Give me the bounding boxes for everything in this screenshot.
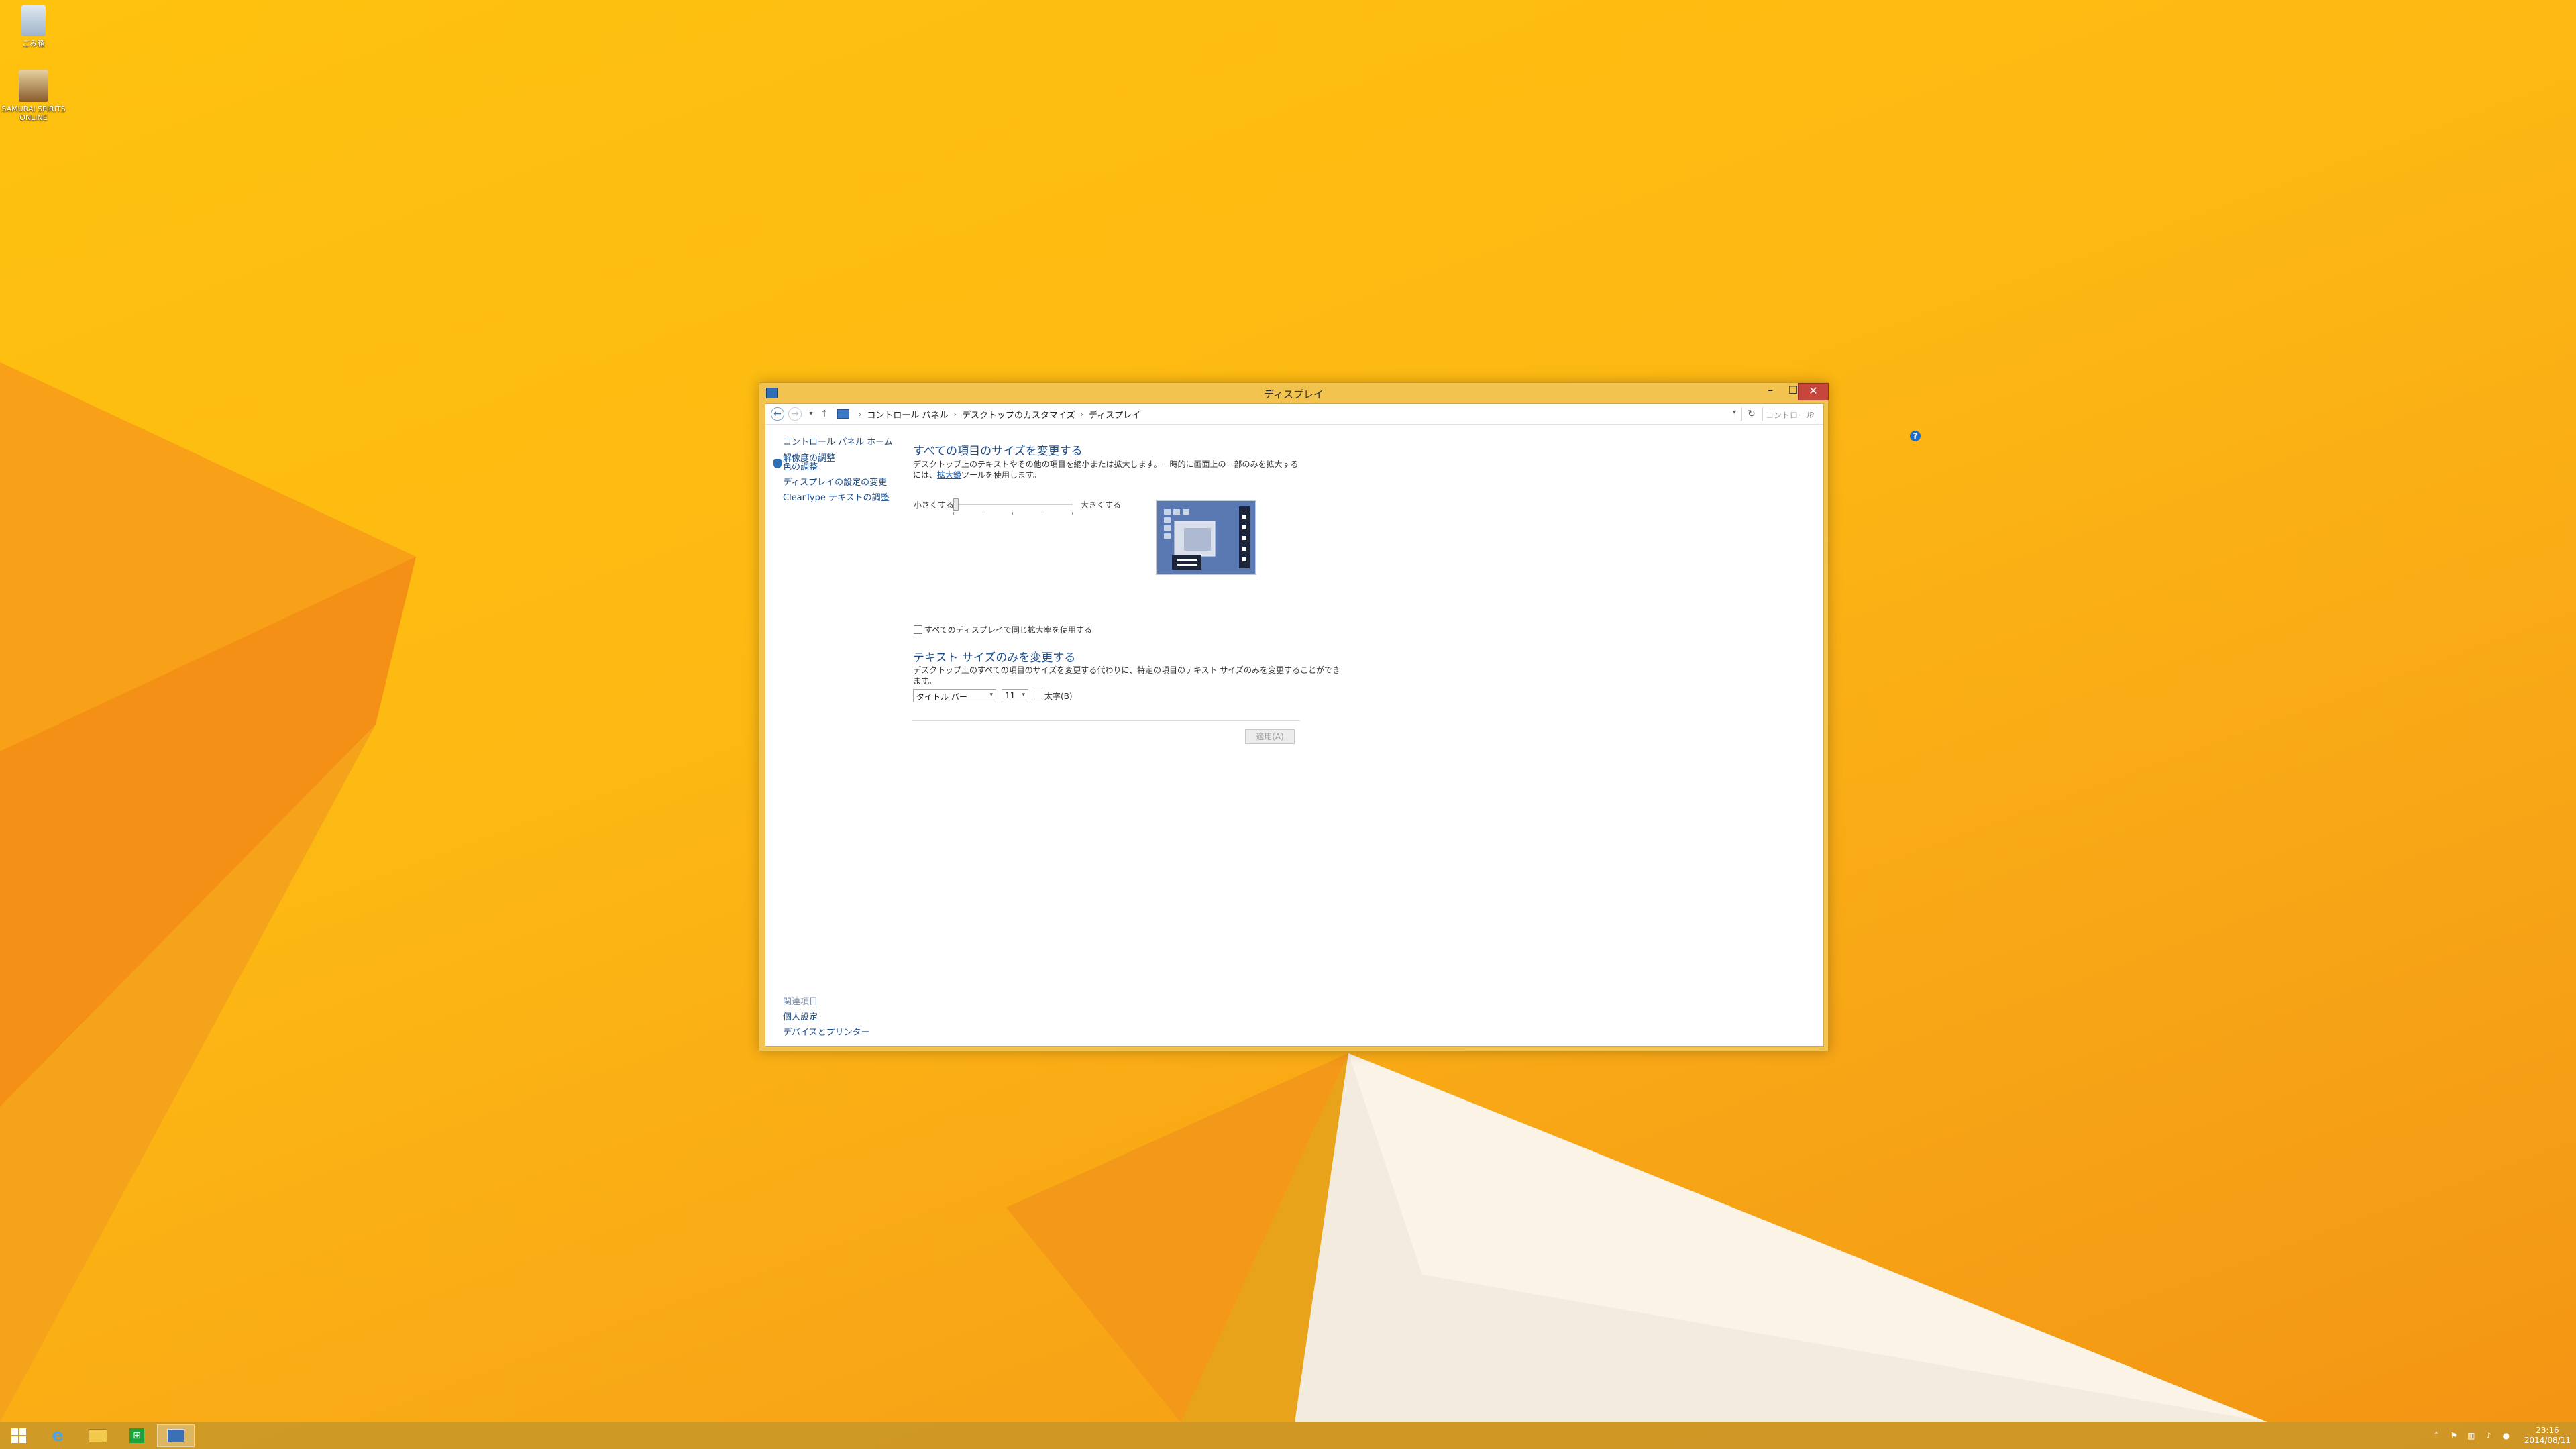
display-settings-link[interactable]: ディスプレイの設定の変更 (783, 475, 887, 488)
scale-preview-image (1156, 500, 1256, 575)
navigation-bar: ← → ▾ ↑ › コントロール パネル › デスクトップのカスタマイズ › デ… (765, 404, 1823, 425)
clock-time: 23:16 (2536, 1426, 2559, 1435)
heading-resize-all-items: すべての項目のサイズを変更する (913, 445, 1083, 458)
desktop-preview-icon (1157, 501, 1255, 574)
recent-locations-chevron-icon[interactable]: ▾ (804, 407, 818, 421)
desktop-icon-recycle-bin[interactable]: ごみ箱 (0, 5, 67, 48)
see-also-heading: 関連項目 (783, 997, 818, 1007)
section-divider (912, 720, 1300, 721)
title-bar[interactable]: ディスプレイ – ☐ ✕ (759, 383, 1829, 403)
slider-tick (1012, 512, 1013, 515)
slider-larger-label: 大きくする (1081, 500, 1122, 510)
forward-arrow-icon[interactable]: → (788, 407, 802, 421)
game-shortcut-icon (19, 70, 48, 102)
resize-description: デスクトップ上のテキストやその他の項目を縮小または拡大します。一時的に画面上の一… (913, 459, 1302, 480)
volume-icon[interactable]: ♪ (2484, 1431, 2493, 1440)
action-center-flag-icon[interactable]: ⚑ (2449, 1431, 2459, 1440)
heading-text-size-only: テキスト サイズのみを変更する (913, 651, 1076, 665)
slider-tick (953, 512, 954, 515)
resize-description-text-2: ツールを使用します。 (961, 470, 1041, 480)
computer-icon (837, 409, 849, 419)
scale-slider[interactable] (953, 498, 1073, 515)
bold-checkbox[interactable] (1034, 692, 1042, 700)
back-arrow-icon[interactable]: ← (771, 407, 784, 421)
folder-icon (89, 1429, 107, 1442)
windows-logo-icon (11, 1428, 26, 1443)
close-button[interactable]: ✕ (1798, 383, 1829, 400)
font-size-select[interactable]: 11 ▾ (1002, 689, 1028, 702)
search-input[interactable]: コントロール パネルの検索 ⌕ (1762, 407, 1817, 421)
breadcrumb-separator-icon: › (1080, 409, 1083, 419)
magnifier-link[interactable]: 拡大鏡 (937, 470, 961, 480)
breadcrumb-separator-icon: › (953, 409, 957, 419)
slider-tick (1072, 512, 1073, 515)
devices-printers-link[interactable]: デバイスとプリンター (783, 1025, 870, 1038)
desktop-icon-label: SAMURAI SPIRITS ONLINE (1, 105, 66, 122)
show-hidden-icons-chevron-icon[interactable]: ˄ (2432, 1431, 2441, 1440)
shield-icon (773, 459, 782, 468)
address-dropdown-chevron-icon[interactable]: ▾ (1733, 409, 1736, 416)
slider-smaller-label: 小さくする (914, 500, 955, 510)
taskbar-display-window[interactable] (157, 1424, 195, 1447)
item-select[interactable]: タイトル バー ▾ (913, 689, 996, 702)
breadcrumb-desktop-customize[interactable]: デスクトップのカスタマイズ (962, 408, 1075, 421)
same-scale-label: すべてのディスプレイで同じ拡大率を使用する (924, 625, 1092, 635)
ime-icon[interactable]: ● (2502, 1431, 2511, 1440)
bold-label: 太字(B) (1044, 692, 1073, 701)
color-calibration-link[interactable]: 色の調整 (783, 460, 818, 472)
apply-button[interactable]: 適用(A) (1245, 729, 1295, 744)
cleartype-link[interactable]: ClearType テキストの調整 (783, 490, 890, 503)
monitor-icon (167, 1429, 184, 1442)
desktop-icon-label: ごみ箱 (22, 39, 45, 48)
search-icon[interactable]: ⌕ (1810, 409, 1815, 419)
chevron-down-icon: ▾ (989, 692, 993, 698)
window-title: ディスプレイ (1264, 388, 1324, 400)
clock-date: 2014/08/11 (2524, 1436, 2571, 1445)
breadcrumb-display[interactable]: ディスプレイ (1089, 408, 1140, 421)
item-select-value: タイトル バー (916, 692, 967, 702)
text-size-description: デスクトップ上のすべての項目のサイズを変更する代わりに、特定の項目のテキスト サ… (913, 665, 1341, 686)
start-button[interactable] (0, 1425, 38, 1446)
breadcrumb-separator-icon: › (859, 409, 862, 419)
scale-slider-thumb[interactable] (953, 498, 959, 511)
clock[interactable]: 23:16 2014/08/11 (2524, 1426, 2571, 1446)
system-tray: ˄ ⚑ ▥ ♪ ● 23:16 2014/08/11 (2428, 1422, 2571, 1449)
font-size-value: 11 (1005, 691, 1016, 700)
personalization-link[interactable]: 個人設定 (783, 1010, 818, 1022)
store-bag-icon: ⊞ (129, 1428, 144, 1443)
desktop-icon-game[interactable]: SAMURAI SPIRITS ONLINE (0, 70, 67, 122)
chevron-down-icon: ▾ (1022, 692, 1025, 698)
control-panel-home-link[interactable]: コントロール パネル ホーム (783, 435, 893, 447)
breadcrumb-control-panel[interactable]: コントロール パネル (867, 408, 948, 421)
up-arrow-icon[interactable]: ↑ (818, 407, 831, 421)
store-button[interactable]: ⊞ (118, 1425, 156, 1446)
same-scale-checkbox[interactable] (914, 625, 922, 634)
internet-explorer-icon[interactable]: e (39, 1425, 76, 1446)
recycle-bin-icon (21, 5, 46, 36)
taskbar: e ⊞ ˄ ⚑ ▥ ♪ ● 23:16 2014/08/11 (0, 1422, 2576, 1449)
address-bar[interactable]: › コントロール パネル › デスクトップのカスタマイズ › ディスプレイ ▾ (833, 407, 1742, 421)
refresh-icon[interactable]: ↻ (1745, 407, 1758, 421)
file-explorer-button[interactable] (79, 1425, 117, 1446)
help-icon[interactable]: ? (1910, 431, 1921, 441)
network-icon[interactable]: ▥ (2467, 1431, 2476, 1440)
display-window: ディスプレイ – ☐ ✕ ← → ▾ ↑ › コントロール パネル › デスクト… (759, 382, 1921, 1051)
